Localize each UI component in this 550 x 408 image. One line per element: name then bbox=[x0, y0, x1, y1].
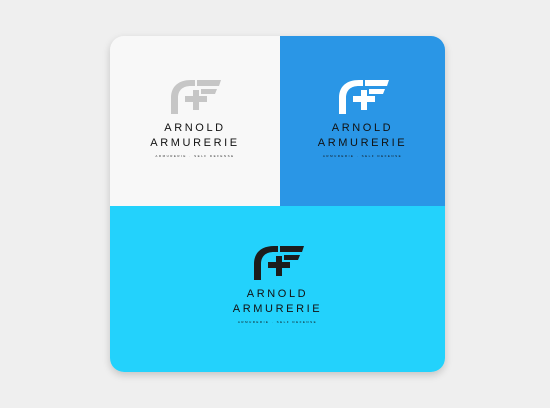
af-monogram-icon bbox=[253, 246, 304, 280]
logo-lockup-white: ARNOLD ARMURERIE ARMURERIE · SELF DEFENS… bbox=[110, 76, 280, 159]
brand-name-line1: ARNOLD bbox=[246, 288, 309, 300]
logo-lockup-cyan: ARNOLD ARMURERIE ARMURERIE · SELF DEFENS… bbox=[110, 242, 445, 325]
brand-name-line2: ARMURERIE bbox=[317, 137, 408, 149]
panel-blue-variant: ARNOLD ARMURERIE ARMURERIE · SELF DEFENS… bbox=[280, 36, 445, 206]
panel-white-variant: ARNOLD ARMURERIE ARMURERIE · SELF DEFENS… bbox=[110, 36, 280, 206]
brand-name-line1: ARNOLD bbox=[331, 122, 394, 134]
brand-name-line2: ARMURERIE bbox=[232, 303, 323, 315]
af-monogram-icon bbox=[171, 80, 221, 114]
af-monogram-icon bbox=[338, 80, 389, 114]
panel-cyan-variant: ARNOLD ARMURERIE ARMURERIE · SELF DEFENS… bbox=[110, 206, 445, 372]
brand-name-line2: ARMURERIE bbox=[150, 137, 240, 149]
logo-presentation-card: ARNOLD ARMURERIE ARMURERIE · SELF DEFENS… bbox=[110, 36, 445, 372]
brand-tagline: ARMURERIE · SELF DEFENSE bbox=[237, 320, 318, 324]
brand-name-line1: ARNOLD bbox=[164, 122, 226, 134]
brand-tagline: ARMURERIE · SELF DEFENSE bbox=[155, 154, 235, 158]
brand-tagline: ARMURERIE · SELF DEFENSE bbox=[322, 154, 403, 158]
logo-lockup-blue: ARNOLD ARMURERIE ARMURERIE · SELF DEFENS… bbox=[280, 76, 445, 159]
